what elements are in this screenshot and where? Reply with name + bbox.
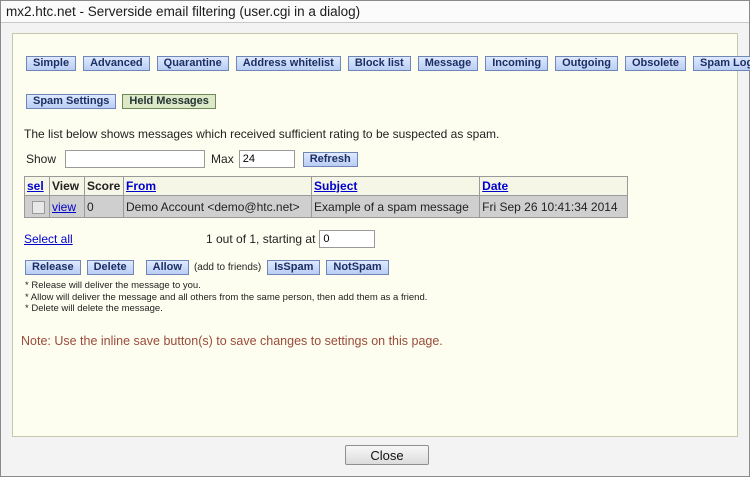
column-header-subject[interactable]: Subject [311,176,481,196]
max-input[interactable] [238,150,295,168]
help-line-release: * Release will deliver the message to yo… [25,280,201,291]
paging: 1 out of 1, starting at [206,230,376,248]
tab-incoming[interactable]: Incoming [485,56,549,71]
sort-from-link[interactable]: From [126,179,156,193]
tab-spam-log[interactable]: Spam Log [693,56,750,71]
column-header-sel[interactable]: sel [24,176,50,196]
isspam-button[interactable]: IsSpam [267,260,321,275]
row-score: 0 [84,195,124,218]
sub-tabs: Spam Settings Held Messages [26,94,216,109]
help-line-delete: * Delete will delete the message. [25,303,163,314]
row-view-cell: view [49,195,85,218]
help-text: * Release will deliver the message to yo… [25,280,427,315]
sort-sel-link[interactable]: sel [27,179,44,193]
tab-advanced[interactable]: Advanced [83,56,150,71]
tab-address-whitelist[interactable]: Address whitelist [235,56,341,71]
help-line-allow: * Allow will deliver the message and all… [25,291,428,303]
show-label: Show [26,152,57,166]
sort-date-link[interactable]: Date [482,179,508,193]
action-buttons: Release Delete Allow (add to friends) Is… [25,260,389,275]
tab-simple[interactable]: Simple [26,56,77,71]
notspam-button[interactable]: NotSpam [326,260,389,275]
row-date: Fri Sep 26 10:41:34 2014 [479,195,628,218]
row-subject: Example of a spam message [311,195,481,218]
close-button[interactable]: Close [345,445,429,465]
view-message-link[interactable]: view [52,200,76,214]
allow-note: (add to friends) [193,262,262,273]
save-note: Note: Use the inline save button(s) to s… [21,334,443,348]
table-header-row: sel View Score From Subject Date [24,176,628,196]
show-input[interactable] [65,150,206,168]
starting-at-input[interactable] [319,230,376,248]
paging-text: 1 out of 1, starting at [206,232,316,246]
tab-outgoing[interactable]: Outgoing [555,56,618,71]
column-header-view: View [49,176,85,196]
column-header-score: Score [84,176,124,196]
filter-row: Show Max Refresh [26,150,358,168]
dialog-window: mx2.htc.net - Serverside email filtering… [0,0,750,477]
tab-message[interactable]: Message [417,56,479,71]
sort-subject-link[interactable]: Subject [314,179,357,193]
row-select-checkbox[interactable] [32,200,45,214]
row-select-cell [24,195,50,218]
column-header-date[interactable]: Date [479,176,628,196]
tab-held-messages[interactable]: Held Messages [122,94,216,109]
dialog-title: mx2.htc.net - Serverside email filtering… [1,1,749,23]
tab-obsolete[interactable]: Obsolete [624,56,687,71]
main-tabs: Simple Advanced Quarantine Address white… [26,56,750,71]
intro-text: The list below shows messages which rece… [24,127,500,141]
select-all-link[interactable]: Select all [24,232,73,246]
held-messages-table: sel View Score From Subject Date view 0 … [24,176,628,218]
tab-spam-settings[interactable]: Spam Settings [26,94,117,109]
delete-button[interactable]: Delete [86,260,134,275]
row-from: Demo Account <demo@htc.net> [122,195,313,218]
release-button[interactable]: Release [25,260,81,275]
tab-quarantine[interactable]: Quarantine [156,56,229,71]
tab-block-list[interactable]: Block list [347,56,411,71]
dialog-content: Simple Advanced Quarantine Address white… [12,33,750,437]
max-label: Max [211,152,234,166]
allow-button[interactable]: Allow [145,260,189,275]
refresh-button[interactable]: Refresh [302,151,358,167]
table-row: view 0 Demo Account <demo@htc.net> Examp… [24,195,628,218]
column-header-from[interactable]: From [122,176,313,196]
